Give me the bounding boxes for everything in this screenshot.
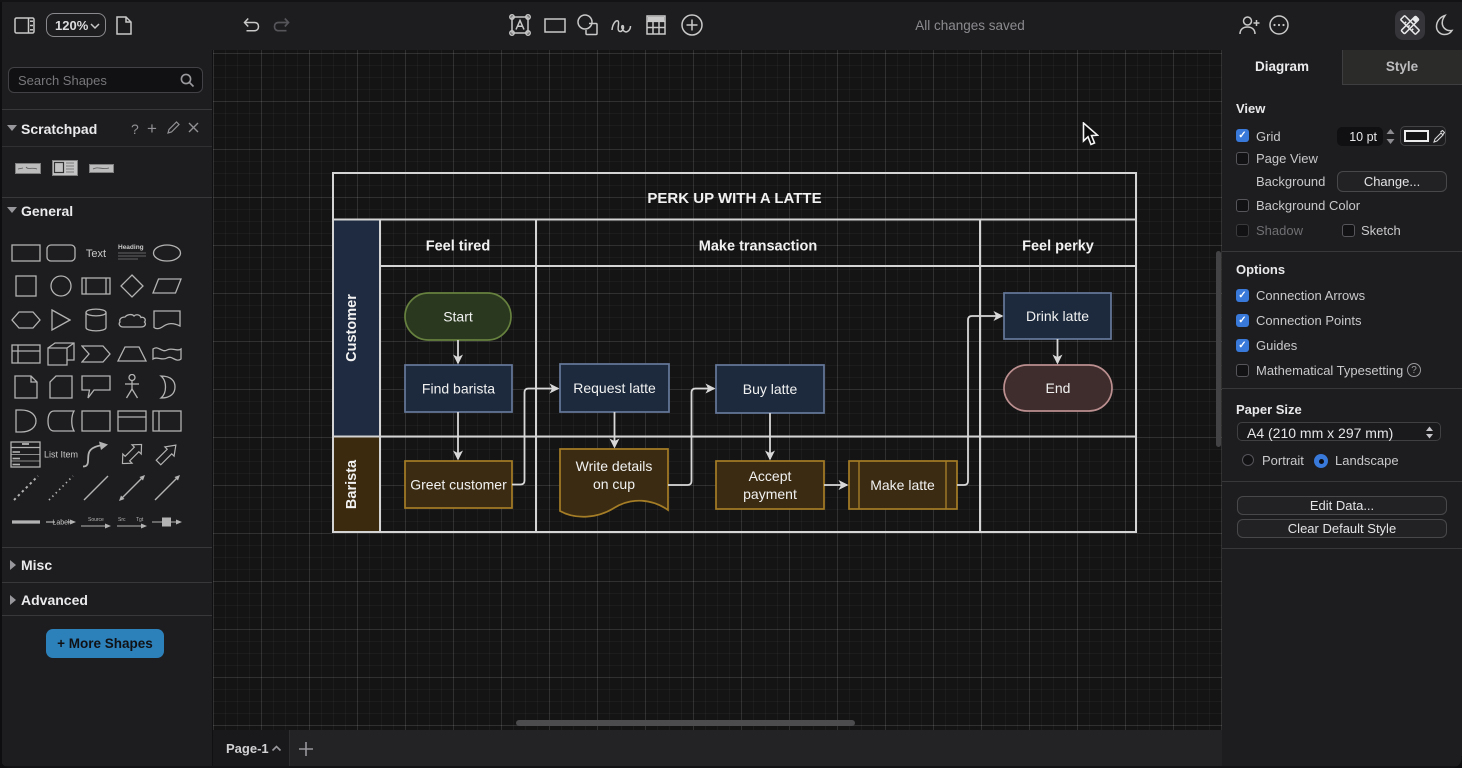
svg-text:PERK UP WITH A LATTE: PERK UP WITH A LATTE bbox=[647, 190, 821, 207]
svg-text:Buy latte: Buy latte bbox=[743, 381, 798, 397]
svg-text:on cup: on cup bbox=[593, 476, 635, 492]
svg-text:Request latte: Request latte bbox=[573, 380, 656, 396]
svg-text:Src: Src bbox=[118, 517, 126, 523]
svg-text:Accept: Accept bbox=[749, 468, 792, 484]
svg-text:Greet customer: Greet customer bbox=[410, 477, 507, 493]
svg-text:Tgt: Tgt bbox=[136, 517, 144, 523]
svg-text:Source: Source bbox=[88, 517, 104, 523]
svg-text:End: End bbox=[1046, 380, 1071, 396]
svg-text:Start: Start bbox=[443, 309, 473, 325]
svg-text:List Item: List Item bbox=[44, 450, 78, 460]
svg-text:Make latte: Make latte bbox=[870, 477, 935, 493]
svg-text:Drink latte: Drink latte bbox=[1026, 308, 1089, 324]
svg-text:Make transaction: Make transaction bbox=[699, 239, 817, 255]
svg-text:Write details: Write details bbox=[576, 458, 653, 474]
svg-text:Feel tired: Feel tired bbox=[426, 239, 490, 255]
svg-text:Heading: Heading bbox=[118, 244, 144, 251]
svg-text:Text: Text bbox=[86, 248, 106, 260]
svg-text:Find barista: Find barista bbox=[422, 381, 495, 397]
svg-text:Customer: Customer bbox=[344, 294, 360, 362]
svg-text:payment: payment bbox=[743, 486, 797, 502]
svg-text:Barista: Barista bbox=[344, 459, 360, 509]
svg-text:Label: Label bbox=[53, 519, 71, 526]
svg-text:Feel perky: Feel perky bbox=[1022, 239, 1094, 255]
